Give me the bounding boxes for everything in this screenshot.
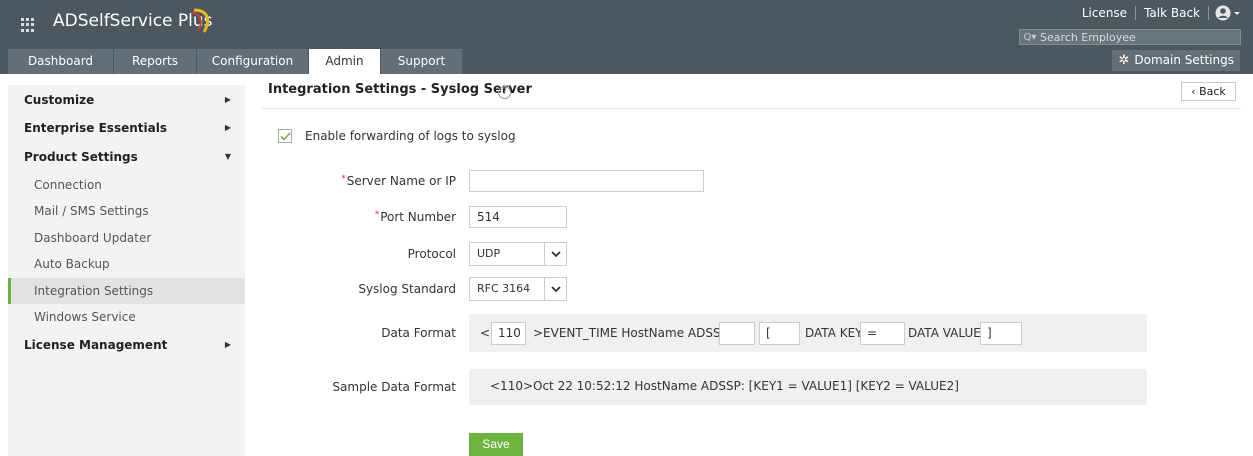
- close-input[interactable]: ]: [980, 322, 1022, 345]
- gear-icon: ✲: [1118, 53, 1130, 68]
- priority-input[interactable]: 110: [491, 322, 526, 345]
- main-nav: Dashboard Reports Configuration Admin Su…: [0, 47, 1253, 74]
- logo-swoosh-icon: [191, 8, 210, 33]
- talk-back-link[interactable]: Talk Back: [1136, 6, 1208, 20]
- app-logo-text: ADSelfService Plus: [53, 11, 213, 31]
- required-marker: *: [341, 174, 346, 184]
- tab-support[interactable]: Support: [381, 49, 462, 74]
- syslog-standard-label: Syslog Standard: [358, 282, 456, 296]
- sidebar-item-label: Customize: [24, 93, 95, 107]
- tab-dashboard[interactable]: Dashboard: [8, 49, 113, 74]
- help-icon[interactable]: ?: [498, 86, 511, 99]
- sample-data-format-label: Sample Data Format: [332, 380, 456, 394]
- syslog-standard-select[interactable]: RFC 3164: [469, 277, 567, 301]
- sidebar-sub-integration-settings[interactable]: Integration Settings: [8, 278, 245, 304]
- license-link[interactable]: License: [1074, 6, 1135, 20]
- sample-data-text: <110>Oct 22 10:52:12 HostName ADSSP: [KE…: [490, 379, 959, 393]
- separator-input[interactable]: =: [860, 322, 905, 345]
- tab-configuration[interactable]: Configuration: [197, 49, 308, 74]
- sidebar-item-customize[interactable]: Customize ▶: [8, 87, 245, 113]
- format-middle-text: >EVENT_TIME HostName ADSSP:: [533, 326, 732, 340]
- tab-admin[interactable]: Admin: [309, 49, 380, 74]
- protocol-select[interactable]: UDP: [469, 242, 567, 266]
- sidebar-item-label: Enterprise Essentials: [24, 121, 167, 135]
- tab-reports[interactable]: Reports: [114, 49, 196, 74]
- sidebar-sub-dashboard-updater[interactable]: Dashboard Updater: [8, 225, 245, 251]
- server-name-input[interactable]: [469, 170, 704, 192]
- chevron-right-icon: ▶: [224, 123, 231, 132]
- top-links: License Talk Back: [1074, 5, 1241, 21]
- enable-forwarding-checkbox[interactable]: [278, 129, 292, 143]
- sidebar-sub-auto-backup[interactable]: Auto Backup: [8, 251, 245, 277]
- data-value-label: DATA VALUE: [908, 326, 981, 340]
- port-number-label: *Port Number: [374, 210, 456, 224]
- port-number-input[interactable]: 514: [469, 206, 567, 228]
- sample-data-box: <110>Oct 22 10:52:12 HostName ADSSP: [KE…: [469, 369, 1147, 405]
- format-open-bracket: <: [480, 326, 491, 340]
- chevron-right-icon: ▶: [224, 95, 231, 104]
- user-avatar-icon[interactable]: [1215, 5, 1241, 21]
- chevron-down-icon: [1234, 12, 1240, 15]
- chevron-down-icon: ▼: [224, 152, 231, 161]
- data-format-label: Data Format: [381, 326, 456, 340]
- back-button[interactable]: ‹ Back: [1181, 82, 1236, 101]
- search-icon[interactable]: Q▾: [1020, 32, 1040, 43]
- back-label: Back: [1199, 85, 1226, 98]
- data-format-box: < 110 >EVENT_TIME HostName ADSSP: [ DATA…: [469, 314, 1147, 352]
- divider: [1208, 6, 1209, 20]
- search-input[interactable]: [1040, 30, 1230, 44]
- prefix-input[interactable]: [719, 322, 755, 345]
- enable-forwarding-row: Enable forwarding of logs to syslog: [278, 129, 516, 143]
- sidebar-sub-connection[interactable]: Connection: [8, 172, 245, 198]
- sidebar-item-license-management[interactable]: License Management ▶: [8, 332, 245, 358]
- top-header: ADSelfService Plus License Talk Back Q▾: [0, 0, 1253, 47]
- page-title: Integration Settings - Syslog Server: [268, 82, 532, 97]
- data-key-label: DATA KEY: [805, 326, 863, 340]
- chevron-left-icon: ‹: [1191, 85, 1196, 98]
- domain-settings-label: Domain Settings: [1134, 53, 1234, 67]
- enable-forwarding-label: Enable forwarding of logs to syslog: [305, 129, 516, 143]
- check-icon: [279, 131, 291, 141]
- save-button[interactable]: Save: [469, 433, 523, 456]
- server-name-label: *Server Name or IP: [341, 174, 456, 188]
- chevron-down-icon: [544, 243, 566, 265]
- bracket-input[interactable]: [: [759, 322, 800, 345]
- protocol-value: UDP: [477, 247, 501, 260]
- protocol-label: Protocol: [407, 247, 456, 261]
- search-box: Q▾: [1019, 29, 1241, 45]
- chevron-right-icon: ▶: [224, 340, 231, 349]
- syslog-standard-value: RFC 3164: [477, 282, 531, 295]
- sidebar-item-label: Product Settings: [24, 150, 138, 164]
- chevron-down-icon: [544, 278, 566, 300]
- sidebar-item-product-settings[interactable]: Product Settings ▼: [8, 144, 245, 170]
- required-marker: *: [374, 210, 380, 220]
- sidebar-item-enterprise-essentials[interactable]: Enterprise Essentials ▶: [8, 115, 245, 141]
- sidebar-item-label: License Management: [24, 338, 168, 352]
- sidebar-sub-windows-service[interactable]: Windows Service: [8, 304, 245, 330]
- sidebar-sub-mail-sms[interactable]: Mail / SMS Settings: [8, 198, 245, 224]
- divider: [262, 108, 1241, 109]
- app-grid-icon[interactable]: [21, 18, 35, 32]
- sidebar: Customize ▶ Enterprise Essentials ▶ Prod…: [8, 85, 245, 456]
- domain-settings-button[interactable]: ✲ Domain Settings: [1112, 50, 1240, 71]
